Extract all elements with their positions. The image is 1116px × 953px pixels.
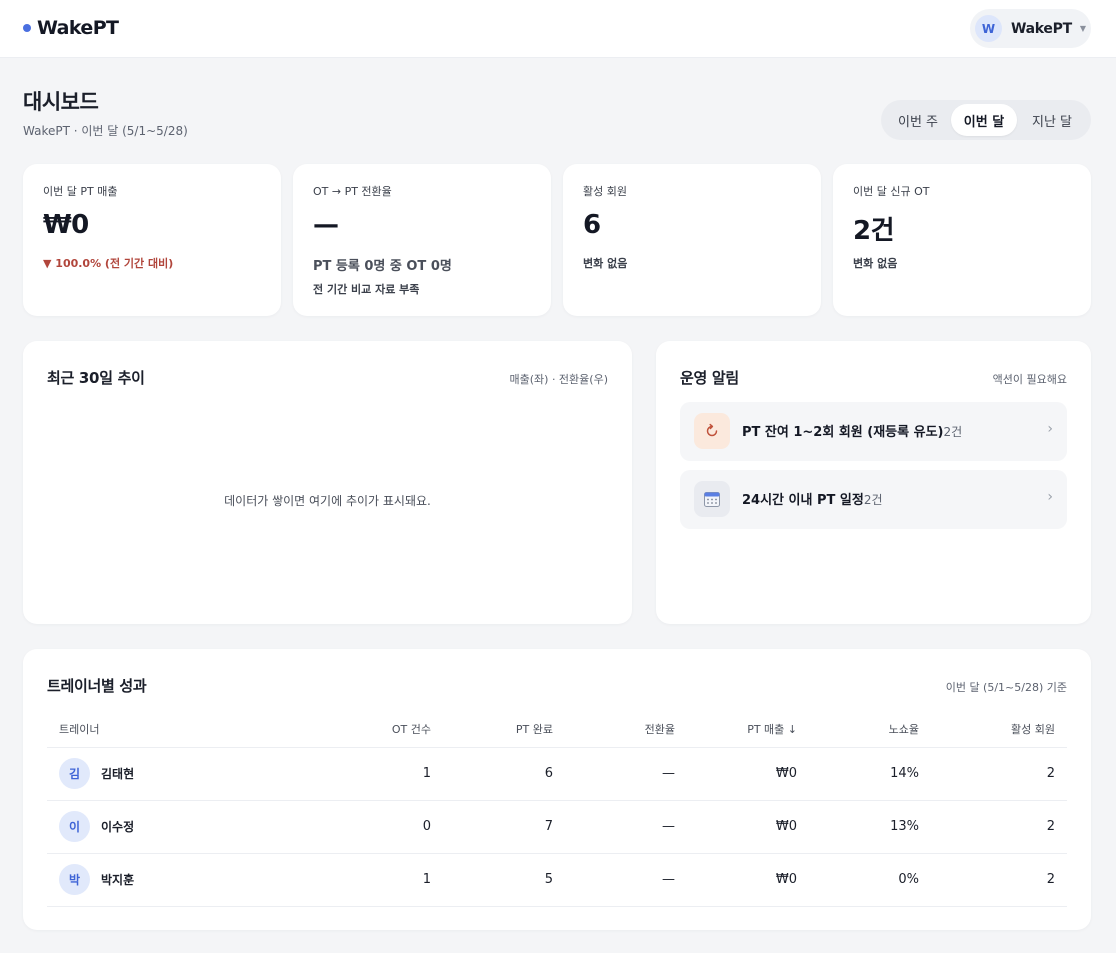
- table-row[interactable]: 김 김태현 1 6 — ₩0 14% 2: [47, 747, 1067, 801]
- alerts-title: 운영 알림: [680, 369, 739, 387]
- kpi-card-active-members: 활성 회원 6 변화 없음: [563, 164, 821, 316]
- alert-item-schedule[interactable]: 24시간 이내 PT 일정2건 ›: [680, 470, 1067, 529]
- column-header-revenue[interactable]: PT 매출 ↓: [687, 712, 809, 748]
- alert-text: PT 잔여 1~2회 회원 (재등록 유도): [742, 425, 944, 440]
- kpi-card-revenue: 이번 달 PT 매출 ₩0 ▼ 100.0% (전 기간 대비): [23, 164, 281, 316]
- trainers-title: 트레이너별 성과: [47, 677, 147, 695]
- kpi-note: 변화 없음: [583, 257, 628, 270]
- kpi-card-new-ot: 이번 달 신규 OT 2건 변화 없음: [833, 164, 1091, 316]
- cell-active: 2: [931, 747, 1067, 801]
- cell-ot: 0: [321, 800, 443, 854]
- brand-logo[interactable]: WakePT: [23, 17, 119, 39]
- alerts-hint: 액션이 필요해요: [992, 373, 1067, 386]
- column-header-conversion[interactable]: 전환율: [565, 712, 687, 748]
- brand-dot-icon: [23, 24, 31, 32]
- page-title: 대시보드: [23, 90, 99, 114]
- trend-empty-message: 데이터가 쌓이면 여기에 추이가 표시돼요.: [224, 494, 431, 508]
- trainers-period: 이번 달 (5/1~5/28) 기준: [945, 681, 1067, 694]
- kpi-note: PT 등록 0명 중 OT 0명: [313, 259, 452, 274]
- kpi-note-secondary: 전 기간 비교 자료 부족: [313, 283, 420, 296]
- kpi-value: 6: [583, 210, 601, 240]
- kpi-note: 변화 없음: [853, 257, 898, 270]
- cell-revenue: ₩0: [687, 747, 809, 801]
- column-header-trainer: 트레이너: [47, 712, 321, 748]
- chevron-right-icon: ›: [1047, 489, 1053, 505]
- cell-pt-done: 6: [443, 747, 565, 801]
- refresh-icon: [694, 413, 730, 449]
- alert-item-rebooking[interactable]: PT 잔여 1~2회 회원 (재등록 유도)2건 ›: [680, 402, 1067, 461]
- kpi-value: —: [313, 210, 339, 240]
- alerts-card: 운영 알림 액션이 필요해요 PT 잔여 1~2회 회원 (재등록 유도)2건 …: [656, 341, 1091, 624]
- cell-active: 2: [931, 800, 1067, 854]
- cell-ot: 1: [321, 747, 443, 801]
- trainer-name: 이수정: [101, 820, 135, 834]
- trainer-performance-card: 트레이너별 성과 이번 달 (5/1~5/28) 기준 트레이너 OT 건수 P…: [23, 649, 1091, 930]
- cell-pt-done: 7: [443, 800, 565, 854]
- trend-card: 최근 30일 추이 매출(좌) · 전환율(우) 데이터가 쌓이면 여기에 추이…: [23, 341, 632, 624]
- chevron-right-icon: ›: [1047, 421, 1053, 437]
- brand-name: WakePT: [37, 17, 119, 39]
- trend-title: 최근 30일 추이: [47, 369, 145, 387]
- cell-ot: 1: [321, 853, 443, 907]
- cell-noshow: 0%: [809, 853, 931, 907]
- kpi-label: 이번 달 PT 매출: [43, 185, 118, 198]
- user-menu-button[interactable]: W WakePT ▼: [970, 9, 1091, 48]
- avatar: W: [975, 15, 1002, 42]
- cell-noshow: 13%: [809, 800, 931, 854]
- user-name: WakePT: [1011, 20, 1072, 37]
- kpi-value: 2건: [853, 216, 895, 246]
- page-subtitle: WakePT · 이번 달 (5/1~5/28): [23, 124, 188, 138]
- column-header-noshow[interactable]: 노쇼율: [809, 712, 931, 748]
- trainer-name: 박지훈: [101, 873, 135, 887]
- cell-revenue: ₩0: [687, 800, 809, 854]
- kpi-label: OT → PT 전환율: [313, 185, 392, 198]
- cell-conversion: —: [565, 853, 687, 907]
- trainer-name: 김태현: [101, 767, 135, 781]
- tab-this-month[interactable]: 이번 달: [951, 104, 1017, 136]
- trainer-table: 트레이너 OT 건수 PT 완료 전환율 PT 매출 ↓ 노쇼율 활성 회원 김…: [47, 712, 1067, 907]
- cell-noshow: 14%: [809, 747, 931, 801]
- alert-text: 24시간 이내 PT 일정: [742, 493, 864, 508]
- avatar: 박: [59, 864, 90, 895]
- alert-count: 2건: [863, 493, 883, 507]
- trend-legend: 매출(좌) · 전환율(우): [509, 373, 609, 386]
- table-row[interactable]: 이 이수정 0 7 — ₩0 13% 2: [47, 800, 1067, 854]
- avatar: 김: [59, 758, 90, 789]
- kpi-value: ₩0: [43, 210, 89, 240]
- avatar: 이: [59, 811, 90, 842]
- alert-count: 2건: [943, 425, 963, 439]
- table-row[interactable]: 박 박지훈 1 5 — ₩0 0% 2: [47, 853, 1067, 907]
- top-bar: WakePT W WakePT ▼: [0, 0, 1116, 58]
- cell-conversion: —: [565, 800, 687, 854]
- column-header-active[interactable]: 활성 회원: [931, 712, 1067, 748]
- chevron-down-icon: ▼: [1079, 24, 1086, 33]
- column-header-pt-done[interactable]: PT 완료: [443, 712, 565, 748]
- kpi-label: 이번 달 신규 OT: [853, 185, 930, 198]
- kpi-card-conversion: OT → PT 전환율 — PT 등록 0명 중 OT 0명 전 기간 비교 자…: [293, 164, 551, 316]
- kpi-delta: ▼ 100.0% (전 기간 대비): [43, 257, 174, 270]
- period-toggle: 이번 주 이번 달 지난 달: [881, 100, 1091, 140]
- cell-pt-done: 5: [443, 853, 565, 907]
- tab-last-month[interactable]: 지난 달: [1017, 104, 1087, 136]
- calendar-icon: [694, 481, 730, 517]
- column-header-ot[interactable]: OT 건수: [321, 712, 443, 748]
- cell-active: 2: [931, 853, 1067, 907]
- cell-revenue: ₩0: [687, 853, 809, 907]
- cell-conversion: —: [565, 747, 687, 801]
- kpi-label: 활성 회원: [583, 185, 627, 198]
- tab-this-week[interactable]: 이번 주: [885, 104, 951, 136]
- table-header-row: 트레이너 OT 건수 PT 완료 전환율 PT 매출 ↓ 노쇼율 활성 회원: [47, 712, 1067, 748]
